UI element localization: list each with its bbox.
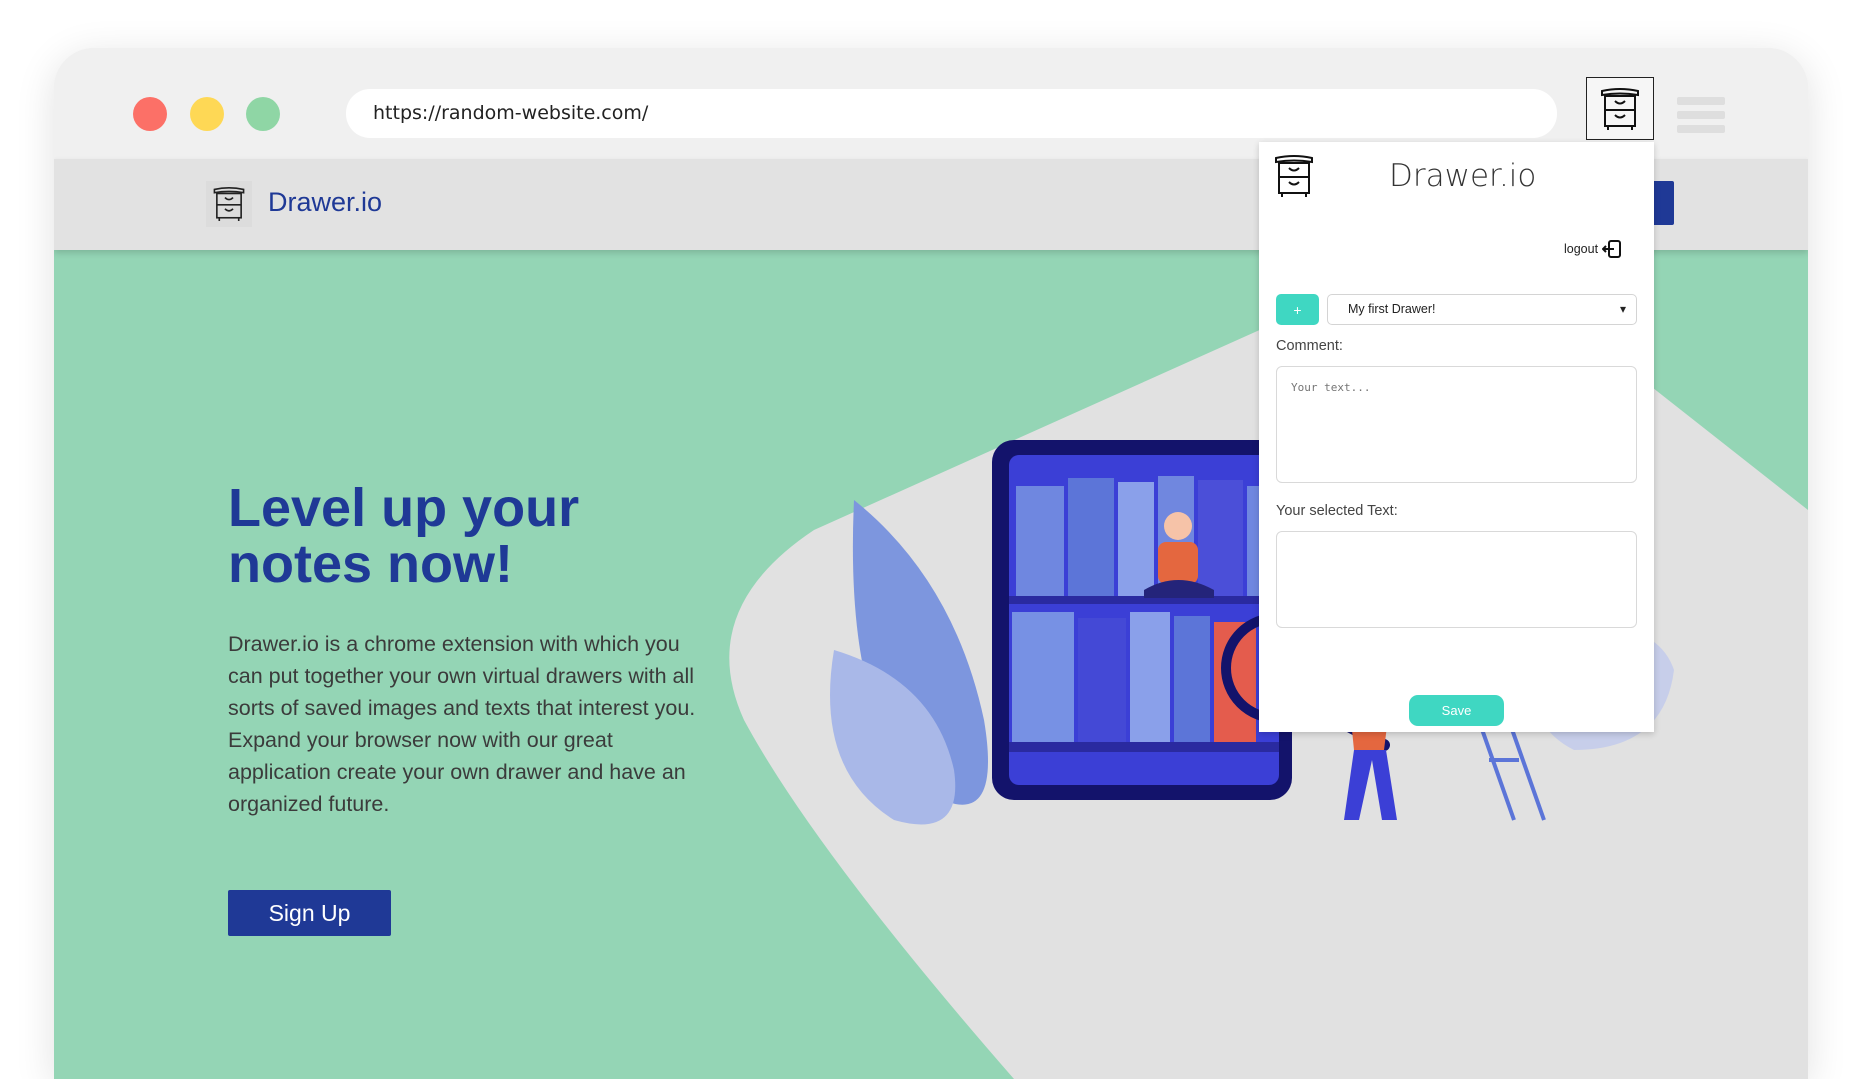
- selected-text-box[interactable]: [1276, 531, 1637, 628]
- extension-popup: Drawer.io logout + My first Drawer! ▾ Co…: [1259, 142, 1654, 732]
- hero-headline-line2: notes now!: [228, 534, 513, 594]
- chevron-down-icon: ▾: [1619, 302, 1626, 316]
- drawer-cabinet-icon: [213, 187, 245, 221]
- comment-textarea[interactable]: [1276, 366, 1637, 483]
- popup-title: Drawer.io: [1389, 158, 1537, 194]
- drawer-cabinet-icon: [1601, 87, 1639, 130]
- hero-headline-line1: Level up your: [228, 478, 580, 538]
- extension-button[interactable]: [1586, 77, 1654, 140]
- add-drawer-button[interactable]: +: [1276, 294, 1319, 325]
- address-bar[interactable]: https://random-website.com/: [346, 89, 1557, 138]
- drawer-cabinet-icon: [1275, 155, 1313, 197]
- logout-label: logout: [1564, 242, 1599, 256]
- comment-label: Comment:: [1276, 338, 1343, 354]
- hamburger-icon[interactable]: [1677, 97, 1725, 133]
- site-logo[interactable]: [206, 181, 252, 227]
- hero-description-p1: Drawer.io is a chrome extension with whi…: [228, 632, 696, 720]
- hero-description: Drawer.io is a chrome extension with whi…: [228, 628, 708, 820]
- logout-icon: [1602, 240, 1622, 258]
- close-window-button[interactable]: [133, 97, 167, 131]
- logout-button[interactable]: logout: [1564, 240, 1622, 258]
- maximize-window-button[interactable]: [246, 97, 280, 131]
- hero-headline: Level up your notes now!: [228, 480, 648, 592]
- minimize-window-button[interactable]: [190, 97, 224, 131]
- drawer-select[interactable]: My first Drawer! ▾: [1327, 294, 1637, 325]
- drawer-select-value: My first Drawer!: [1348, 302, 1436, 316]
- hero-description-p2: Expand your browser now with our great a…: [228, 728, 686, 816]
- browser-window: https://random-website.com/ Drawer.io Le…: [54, 48, 1808, 1079]
- save-button[interactable]: Save: [1409, 695, 1504, 726]
- site-brand[interactable]: Drawer.io: [268, 187, 382, 218]
- selected-text-label: Your selected Text:: [1276, 503, 1398, 519]
- sign-up-button[interactable]: Sign Up: [228, 890, 391, 936]
